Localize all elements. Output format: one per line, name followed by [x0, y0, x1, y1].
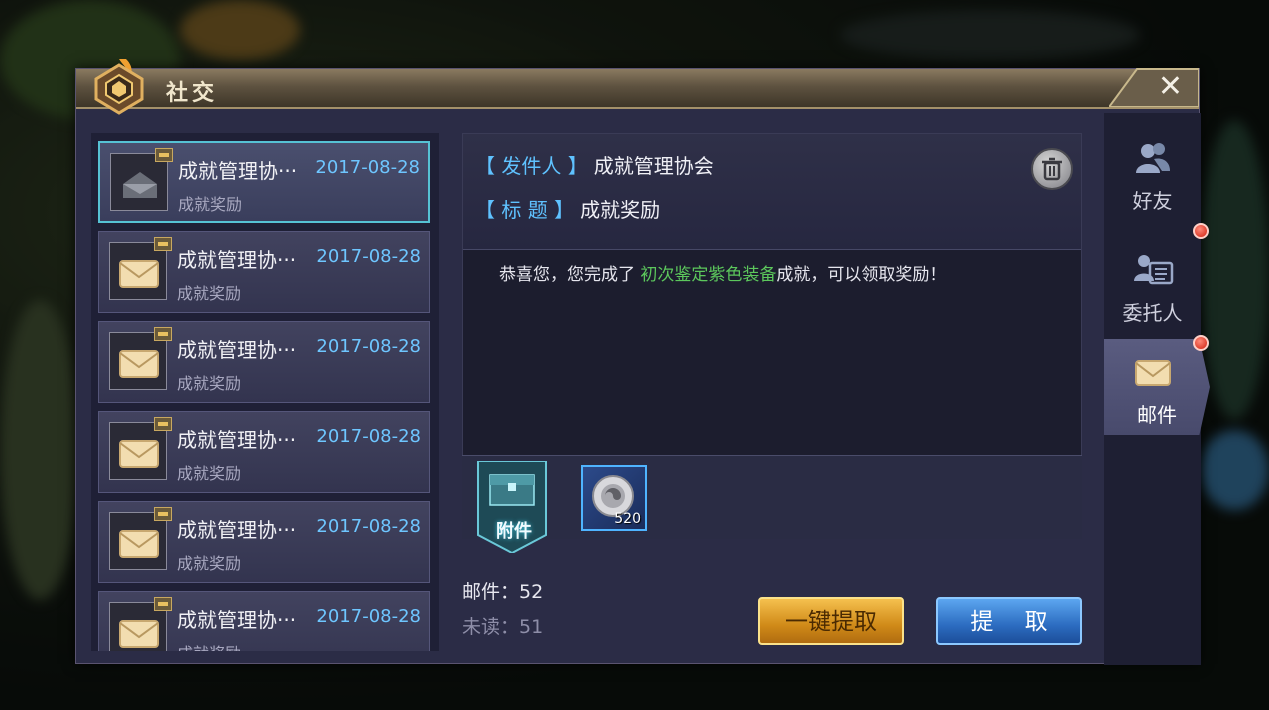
mail-body-suffix: 成就，可以领取奖励！	[776, 265, 947, 285]
mail-total: 邮件：52	[462, 577, 543, 604]
delete-mail-button[interactable]	[1031, 148, 1073, 190]
clients-notification-dot	[1193, 223, 1209, 239]
mail-notification-dot	[1193, 335, 1209, 351]
mail-subject: 成就奖励	[177, 554, 242, 573]
tab-clients-label: 委托人	[1122, 301, 1183, 325]
envelope-icon	[109, 327, 172, 390]
window-title: 社交	[166, 80, 219, 106]
mail-subject: 成就奖励	[178, 195, 243, 214]
claim-button[interactable]: 提 取	[936, 597, 1082, 645]
mail-stats: 邮件：52 未读：51	[462, 577, 543, 639]
claim-all-button[interactable]: 一键提取	[758, 597, 904, 645]
mail-date: 2017-08-28	[316, 336, 421, 357]
mail-date: 2017-08-28	[316, 426, 421, 447]
mail-date: 2017-08-28	[315, 157, 420, 178]
sender-label: 【 发件人 】	[475, 154, 588, 178]
social-window: 社交 ✕ 成就管理协··· 2017-08-28 成就奖励 成就管理协··· 2…	[75, 59, 1210, 665]
mail-list-item[interactable]: 成就管理协··· 2017-08-28 成就奖励	[98, 321, 430, 403]
envelope-icon	[109, 597, 172, 651]
mail-unread-value: 51	[519, 616, 544, 638]
mail-total-value: 52	[519, 581, 544, 603]
tab-friends-label: 好友	[1132, 189, 1173, 213]
open-envelope-icon	[110, 148, 173, 211]
social-sidebar: 好友 委托人 邮件	[1104, 113, 1210, 665]
mail-sender: 成就管理协···	[177, 248, 297, 272]
mail-subject: 成就奖励	[177, 464, 242, 483]
mail-sender: 成就管理协···	[177, 428, 297, 452]
tab-friends[interactable]: 好友	[1104, 125, 1201, 221]
subject-label: 【 标 题 】	[475, 198, 575, 222]
mail-body: 恭喜您，您完成了 初次鉴定紫色装备成就，可以领取奖励！	[499, 260, 946, 285]
close-icon: ✕	[1157, 69, 1183, 104]
tab-mail[interactable]: 邮件	[1104, 339, 1210, 435]
friends-icon	[1136, 143, 1170, 173]
attachment-item-count: 520	[614, 511, 641, 527]
sender-value: 成就管理协会	[593, 154, 714, 178]
mail-list-item[interactable]: 成就管理协··· 2017-08-28 成就奖励	[98, 591, 430, 651]
mail-sender: 成就管理协···	[177, 608, 297, 632]
title-bar: 社交 ✕	[76, 59, 1199, 115]
envelope-icon	[109, 507, 172, 570]
mail-total-label: 邮件：	[462, 581, 520, 603]
attachment-area	[462, 455, 1082, 539]
mail-subject: 成就奖励	[177, 284, 242, 303]
mail-date: 2017-08-28	[316, 606, 421, 627]
mail-detail-header: 【 发件人 】成就管理协会 【 标 题 】成就奖励	[463, 134, 1081, 250]
mail-date: 2017-08-28	[316, 516, 421, 537]
subject-row: 【 标 题 】成就奖励	[475, 194, 660, 223]
mail-subject: 成就奖励	[177, 374, 242, 393]
trash-icon	[1042, 157, 1062, 181]
mail-unread-label: 未读：	[462, 616, 520, 638]
sender-row: 【 发件人 】成就管理协会	[475, 150, 714, 179]
tab-clients[interactable]: 委托人	[1104, 237, 1201, 333]
mail-list-item[interactable]: 成就管理协··· 2017-08-28 成就奖励	[98, 231, 430, 313]
attachment-item-slot[interactable]: 520	[581, 465, 647, 531]
envelope-icon	[109, 237, 172, 300]
mail-sender: 成就管理协···	[177, 518, 297, 542]
client-card-icon	[1134, 255, 1174, 285]
subject-value: 成就奖励	[580, 198, 661, 222]
mail-sender: 成就管理协···	[177, 338, 297, 362]
mail-list-item[interactable]: 成就管理协··· 2017-08-28 成就奖励	[98, 141, 430, 223]
attachment-label: 附件	[496, 521, 532, 542]
mail-body-highlight: 初次鉴定紫色装备	[640, 265, 777, 285]
mail-subject: 成就奖励	[177, 640, 241, 651]
mail-list-item[interactable]: 成就管理协··· 2017-08-28 成就奖励	[98, 501, 430, 583]
close-button[interactable]: ✕	[1109, 67, 1199, 107]
mail-list-item[interactable]: 成就管理协··· 2017-08-28 成就奖励	[98, 411, 430, 493]
mail-list[interactable]: 成就管理协··· 2017-08-28 成就奖励 成就管理协··· 2017-0…	[91, 133, 439, 651]
tab-mail-label: 邮件	[1137, 403, 1177, 427]
social-emblem-icon	[90, 53, 148, 115]
envelope-icon	[109, 417, 172, 480]
mail-body-prefix: 恭喜您，您完成了	[499, 265, 641, 285]
mail-icon	[1135, 360, 1171, 386]
mail-sender: 成就管理协···	[178, 159, 298, 183]
mail-date: 2017-08-28	[316, 246, 421, 267]
mail-unread: 未读：51	[462, 612, 543, 639]
